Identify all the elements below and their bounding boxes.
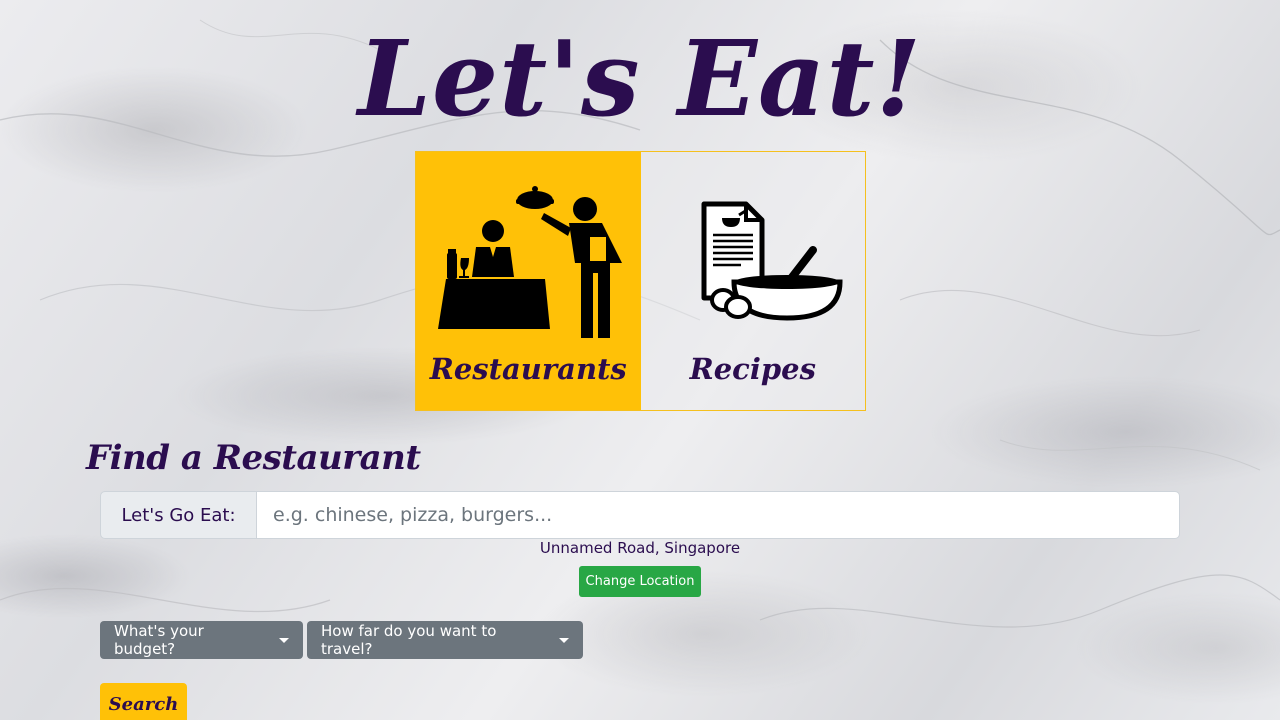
restaurant-waiter-icon	[438, 186, 622, 338]
recipes-card[interactable]: Recipes	[640, 152, 865, 410]
distance-dropdown-label: How far do you want to travel?	[321, 622, 497, 658]
caret-down-icon	[279, 637, 289, 643]
restaurants-label: Restaurants	[429, 352, 627, 386]
recipe-bowl-icon	[701, 201, 843, 321]
app-title: Let's Eat!	[357, 17, 923, 140]
search-button[interactable]: Search	[100, 683, 187, 720]
recipes-label: Recipes	[689, 352, 816, 386]
find-restaurant-heading: Find a Restaurant	[86, 438, 421, 478]
change-location-button[interactable]: Change Location	[579, 566, 701, 597]
cuisine-search-input[interactable]	[257, 491, 1180, 539]
budget-dropdown-label: What's your budget?	[114, 622, 204, 658]
caret-down-icon	[559, 637, 569, 643]
budget-dropdown[interactable]: What's your budget?	[100, 621, 303, 659]
cuisine-search-group: Let's Go Eat:	[100, 491, 1180, 539]
restaurants-card[interactable]: Restaurants	[416, 152, 641, 410]
category-selector: Restaurants Recipes	[415, 151, 866, 411]
search-input-label: Let's Go Eat:	[100, 491, 257, 539]
distance-dropdown[interactable]: How far do you want to travel?	[307, 621, 583, 659]
current-location: Unnamed Road, Singapore	[539, 539, 741, 557]
